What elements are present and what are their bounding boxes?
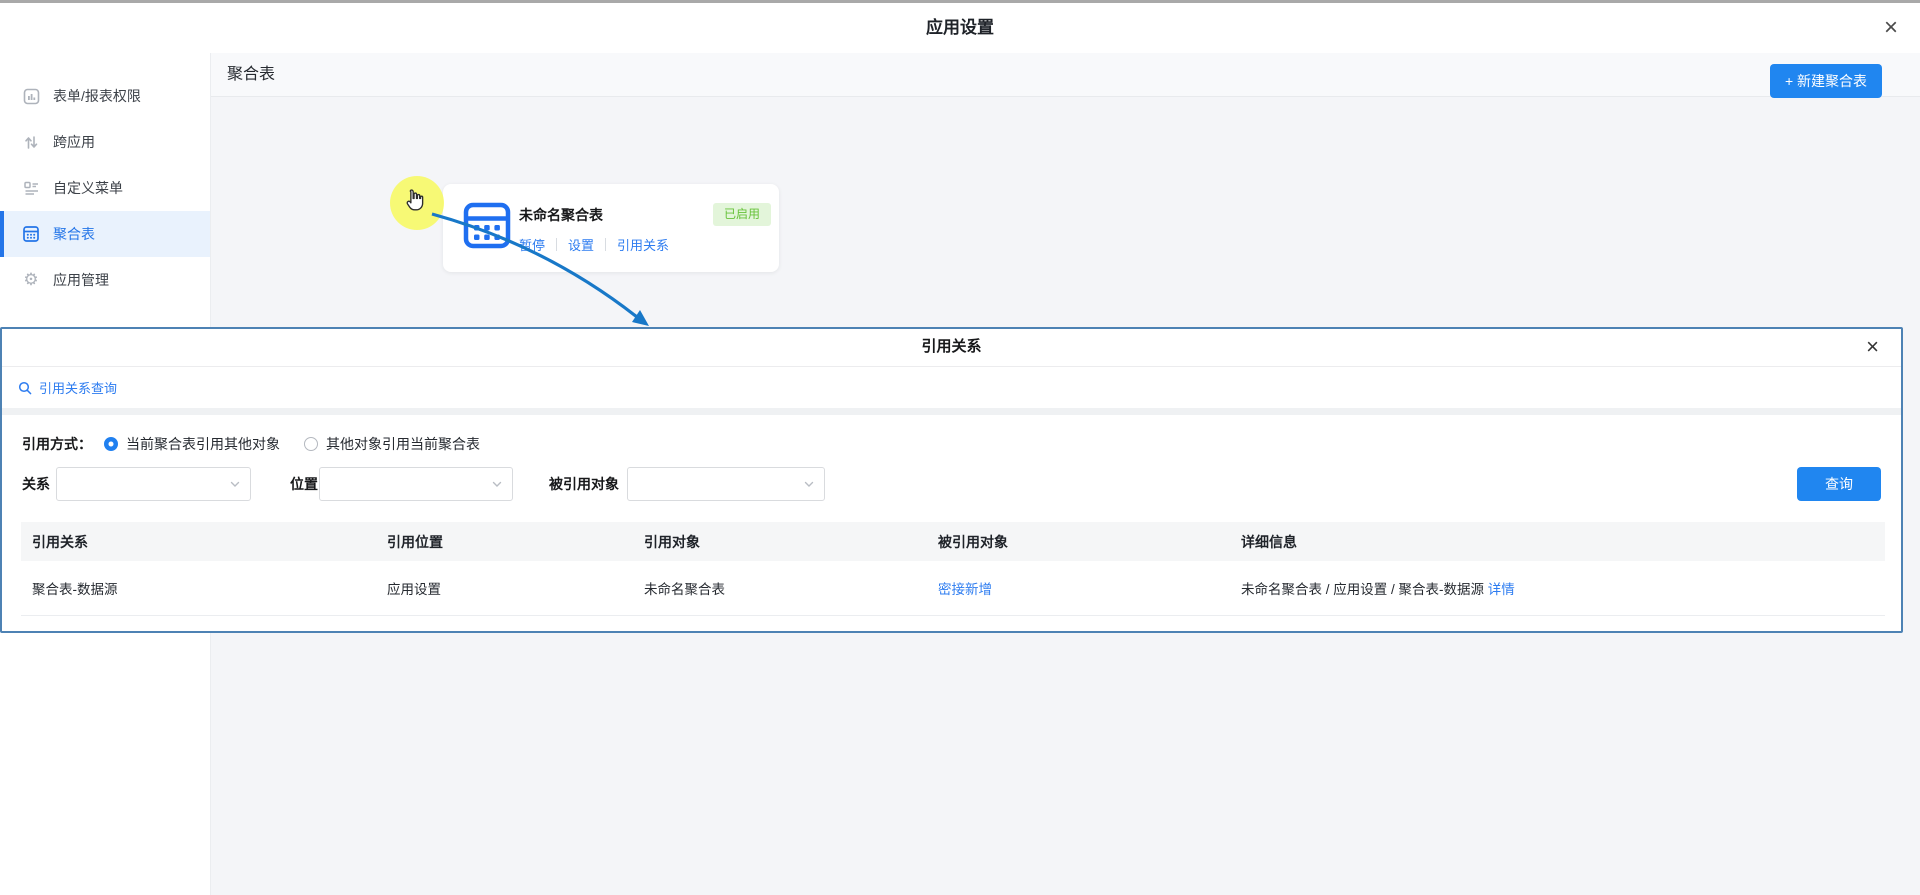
chevron-down-icon xyxy=(491,478,503,490)
relation-select[interactable] xyxy=(56,467,251,501)
dialog-close-icon[interactable]: × xyxy=(1866,334,1879,360)
filter-row: 关系 位置 被引用对象 查询 xyxy=(2,467,1901,501)
close-icon[interactable]: × xyxy=(1884,15,1898,41)
sidebar-item-cross-app[interactable]: 跨应用 xyxy=(0,119,210,165)
referenced-object-select[interactable] xyxy=(627,467,825,501)
aggregate-table-card-icon xyxy=(463,202,511,252)
aggregate-table-page-header: 聚合表 xyxy=(211,53,1920,97)
main-content: 聚合表 + 新建聚合表 未命名聚合表 已启用 暂停 设置 引用关系 引用关系 ×… xyxy=(211,53,1920,895)
card-title: 未命名聚合表 xyxy=(519,205,603,225)
radio-current-refs-others[interactable]: 当前聚合表引用其他对象 xyxy=(104,434,280,454)
sidebar-item-form-report-permission[interactable]: 表单/报表权限 xyxy=(0,73,210,119)
chevron-down-icon xyxy=(229,478,241,490)
chevron-down-icon xyxy=(803,478,815,490)
table-row: 聚合表-数据源 应用设置 未命名聚合表 密接新增 未命名聚合表 / 应用设置 /… xyxy=(21,561,1885,616)
col-header-ref-position: 引用位置 xyxy=(376,532,633,552)
detail-path-text: 未命名聚合表 / 应用设置 / 聚合表-数据源 xyxy=(1241,582,1488,597)
reference-relation-dialog: 引用关系 × 引用关系查询 引用方式： 当前聚合表引用其他对象 其他对象引用当前… xyxy=(0,327,1903,633)
sidebar-item-label: 表单/报表权限 xyxy=(53,86,141,106)
aggregate-table-icon xyxy=(22,225,40,243)
reference-query-label: 引用关系查询 xyxy=(39,378,117,397)
new-aggregate-table-button[interactable]: + 新建聚合表 xyxy=(1770,64,1882,98)
page-title: 聚合表 xyxy=(227,53,275,97)
referenced-object-link[interactable]: 密接新增 xyxy=(938,582,992,597)
radio-label: 当前聚合表引用其他对象 xyxy=(126,434,280,454)
cell-detail-info: 未命名聚合表 / 应用设置 / 聚合表-数据源 详情 xyxy=(1230,578,1885,598)
sidebar-item-aggregate-table[interactable]: 聚合表 xyxy=(0,211,210,257)
query-button[interactable]: 查询 xyxy=(1797,467,1881,501)
reference-mode-row: 引用方式： 当前聚合表引用其他对象 其他对象引用当前聚合表 xyxy=(22,432,1901,456)
dialog-title: 引用关系 xyxy=(2,329,1901,367)
position-select[interactable] xyxy=(319,467,513,501)
reference-table: 引用关系 引用位置 引用对象 被引用对象 详细信息 聚合表-数据源 应用设置 未… xyxy=(21,522,1885,616)
cross-app-icon xyxy=(22,133,40,151)
col-header-detail-info: 详细信息 xyxy=(1230,532,1885,552)
position-filter-label: 位置 xyxy=(290,467,318,501)
card-action-links: 暂停 设置 引用关系 xyxy=(519,235,669,254)
form-report-icon xyxy=(22,87,40,105)
sidebar-item-label: 聚合表 xyxy=(53,224,95,244)
cell-referenced-object: 密接新增 xyxy=(927,578,1230,598)
cell-ref-position: 应用设置 xyxy=(376,578,633,598)
sidebar-item-app-management[interactable]: ⚙ 应用管理 xyxy=(0,257,210,303)
aggregate-table-card[interactable]: 未命名聚合表 已启用 暂停 设置 引用关系 xyxy=(443,184,779,272)
reference-mode-label: 引用方式： xyxy=(22,434,92,454)
cell-ref-relation: 聚合表-数据源 xyxy=(21,578,376,598)
search-icon xyxy=(18,381,32,395)
detail-link[interactable]: 详情 xyxy=(1488,582,1515,597)
relation-filter-label: 关系 xyxy=(22,467,50,501)
sidebar-item-label: 自定义菜单 xyxy=(53,178,123,198)
sidebar-item-label: 跨应用 xyxy=(53,132,95,152)
sidebar-item-custom-menu[interactable]: 自定义菜单 xyxy=(0,165,210,211)
settings-link[interactable]: 设置 xyxy=(568,235,594,254)
dialog-titlebar: 引用关系 × xyxy=(2,329,1901,367)
radio-label: 其他对象引用当前聚合表 xyxy=(326,434,480,454)
action-divider xyxy=(556,238,557,251)
table-header-row: 引用关系 引用位置 引用对象 被引用对象 详细信息 xyxy=(21,522,1885,561)
reference-relation-link[interactable]: 引用关系 xyxy=(617,235,669,254)
sidebar-item-label: 应用管理 xyxy=(53,270,109,290)
dialog-section-divider xyxy=(2,408,1901,415)
radio-unselected-icon xyxy=(304,437,318,451)
custom-menu-icon xyxy=(22,179,40,197)
col-header-ref-relation: 引用关系 xyxy=(21,532,376,552)
action-divider xyxy=(605,238,606,251)
settings-titlebar: 应用设置 × xyxy=(0,3,1920,53)
col-header-referenced-object: 被引用对象 xyxy=(927,532,1230,552)
page-title-app-settings: 应用设置 xyxy=(0,3,1920,53)
gear-icon: ⚙ xyxy=(22,271,40,289)
radio-others-ref-current[interactable]: 其他对象引用当前聚合表 xyxy=(304,434,480,454)
col-header-ref-object: 引用对象 xyxy=(633,532,927,552)
radio-selected-icon xyxy=(104,437,118,451)
referenced-object-filter-label: 被引用对象 xyxy=(549,467,619,501)
reference-query-link[interactable]: 引用关系查询 xyxy=(2,367,1901,408)
cell-ref-object: 未命名聚合表 xyxy=(633,578,927,598)
pause-link[interactable]: 暂停 xyxy=(519,235,545,254)
status-badge-enabled: 已启用 xyxy=(713,203,771,226)
